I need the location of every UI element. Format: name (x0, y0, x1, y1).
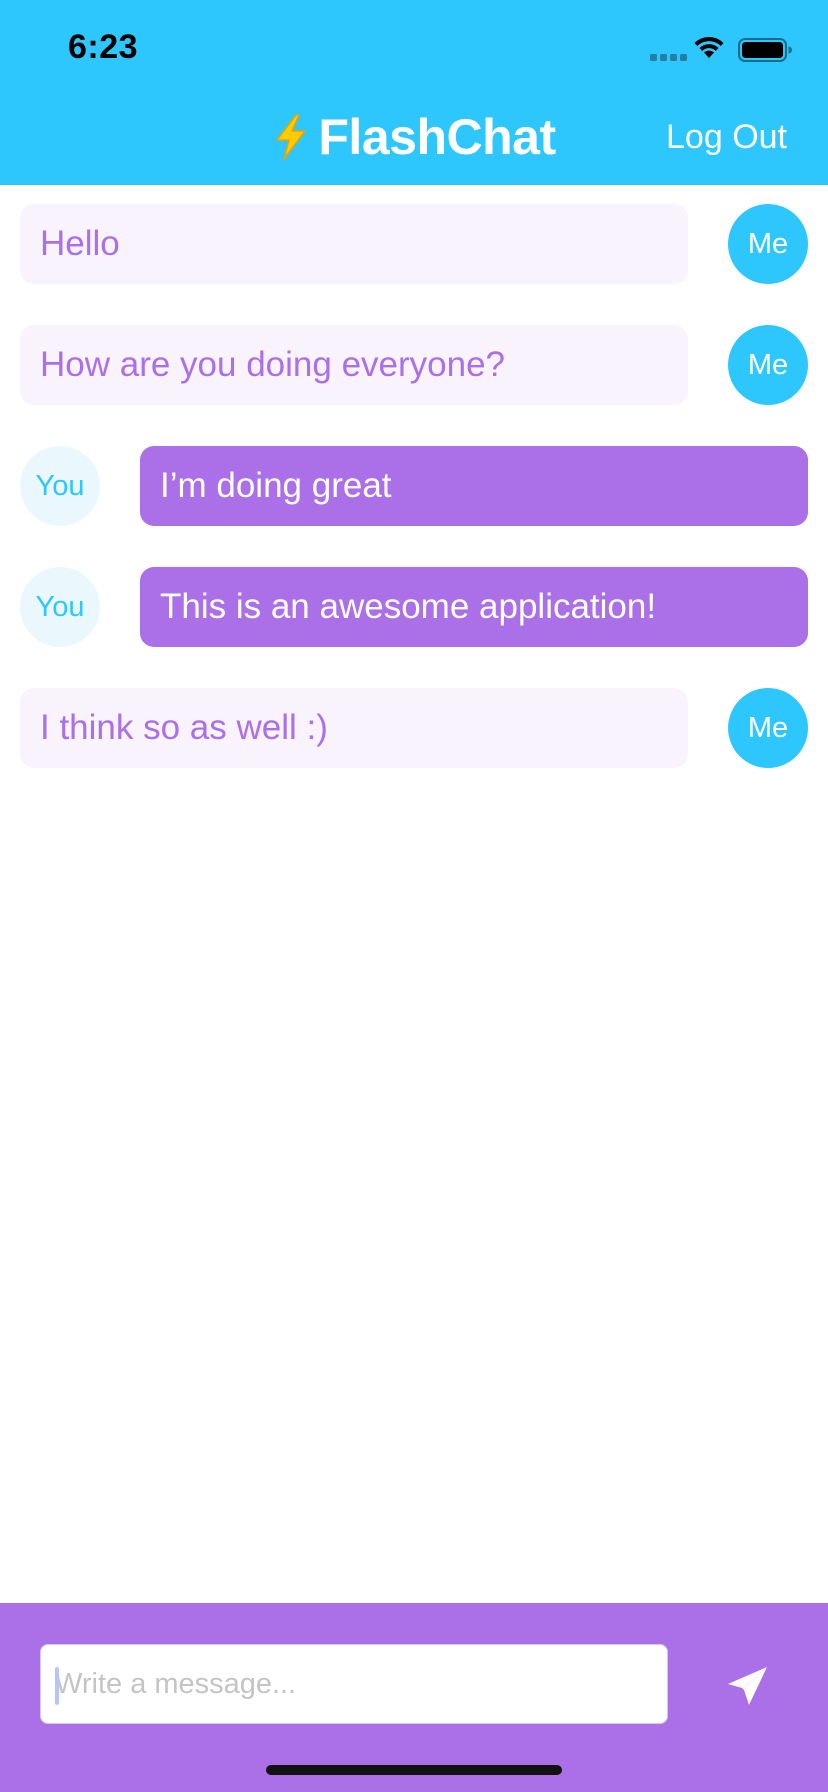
app-title: FlashChat (318, 108, 556, 165)
status-time: 6:23 (68, 28, 139, 66)
message-row: Hello Me (20, 204, 808, 284)
chat-screen: 6:23 FlashChat Log Out Hello Me How are … (0, 0, 828, 1792)
text-cursor (55, 1667, 59, 1705)
message-row: How are you doing everyone? Me (20, 325, 808, 405)
message-bubble-you: I’m doing great (140, 446, 808, 526)
avatar-me: Me (728, 204, 808, 284)
app-header: 6:23 FlashChat Log Out (0, 0, 828, 185)
avatar-you: You (20, 567, 100, 647)
message-input-container (40, 1644, 668, 1724)
battery-icon (738, 38, 792, 62)
lightning-icon (276, 114, 307, 160)
message-bubble-you: This is an awesome application! (140, 567, 808, 647)
message-composer (0, 1603, 828, 1792)
message-bubble-me: I think so as well :) (20, 688, 688, 768)
message-bubble-me: Hello (20, 204, 688, 284)
message-row: You I’m doing great (20, 446, 808, 526)
avatar-me: Me (728, 325, 808, 405)
avatar-me: Me (728, 688, 808, 768)
message-input[interactable] (41, 1645, 667, 1723)
message-bubble-me: How are you doing everyone? (20, 325, 688, 405)
logout-button[interactable]: Log Out (666, 118, 787, 157)
avatar-you: You (20, 446, 100, 526)
paper-plane-icon[interactable] (725, 1663, 771, 1709)
message-row: I think so as well :) Me (20, 688, 808, 768)
home-indicator (266, 1765, 562, 1775)
cellular-signal-icon (650, 54, 690, 62)
message-row: You This is an awesome application! (20, 567, 808, 647)
wifi-icon (694, 36, 724, 58)
